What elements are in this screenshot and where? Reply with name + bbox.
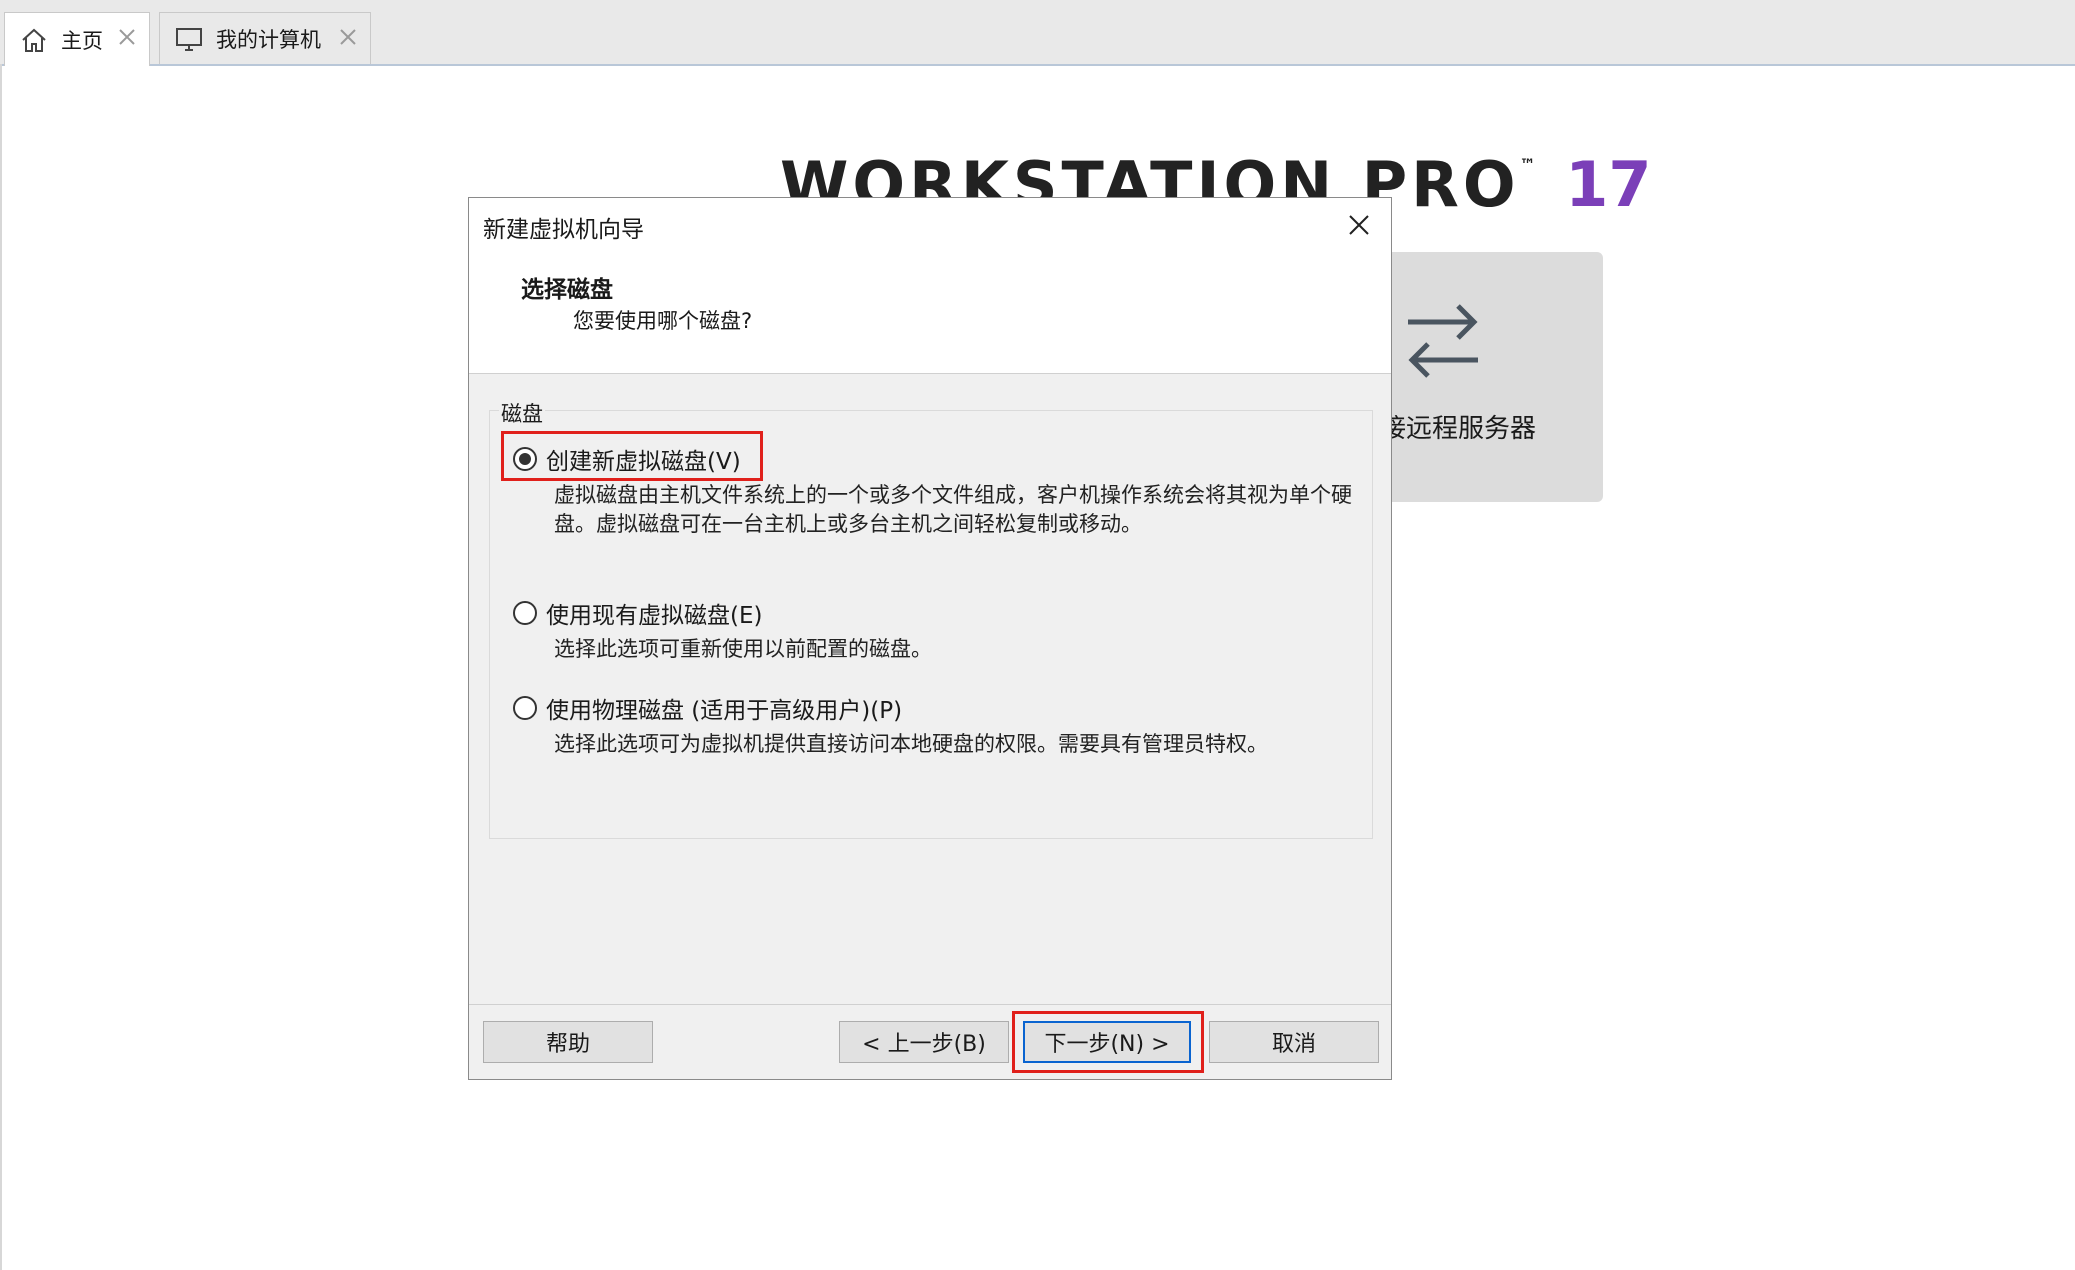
home-icon bbox=[22, 28, 46, 52]
help-button[interactable]: 帮助 bbox=[483, 1021, 653, 1063]
tab-my-computer-label: 我的计算机 bbox=[216, 27, 321, 52]
computer-icon bbox=[176, 27, 202, 51]
option-label: 使用现有虚拟磁盘(E) bbox=[546, 603, 763, 629]
close-icon[interactable] bbox=[115, 25, 139, 49]
swap-arrows-icon bbox=[1408, 304, 1478, 378]
tab-home[interactable]: 主页 bbox=[4, 12, 150, 66]
radio-use-physical-disk[interactable]: 使用物理磁盘 (适用于高级用户)(P) bbox=[513, 691, 902, 725]
option-description: 选择此选项可为虚拟机提供直接访问本地硬盘的权限。需要具有管理员特权。 bbox=[554, 732, 1268, 756]
page-heading: 选择磁盘 bbox=[521, 277, 613, 303]
option-label: 使用物理磁盘 (适用于高级用户)(P) bbox=[546, 698, 903, 724]
highlight-box bbox=[501, 431, 763, 481]
remote-tile-label: 接远程服务器 bbox=[1380, 414, 1537, 444]
new-vm-wizard-dialog: 新建虚拟机向导 选择磁盘 您要使用哪个磁盘? 磁盘 创建新虚拟磁盘(V) 虚拟磁… bbox=[468, 197, 1392, 1080]
back-button[interactable]: < 上一步(B) bbox=[839, 1021, 1009, 1063]
window-border bbox=[0, 64, 2, 1270]
logo-trademark: ™ bbox=[1519, 155, 1540, 174]
disk-group-label: 磁盘 bbox=[499, 398, 545, 428]
radio-button[interactable] bbox=[513, 601, 537, 625]
dialog-header: 新建虚拟机向导 选择磁盘 您要使用哪个磁盘? bbox=[469, 198, 1391, 374]
radio-button[interactable] bbox=[513, 696, 537, 720]
cancel-button[interactable]: 取消 bbox=[1209, 1021, 1379, 1063]
close-icon[interactable] bbox=[336, 25, 360, 49]
radio-use-existing-disk[interactable]: 使用现有虚拟磁盘(E) bbox=[513, 596, 762, 630]
page-subheading: 您要使用哪个磁盘? bbox=[573, 309, 753, 333]
highlight-box bbox=[1012, 1011, 1204, 1073]
option-description: 虚拟磁盘由主机文件系统上的一个或多个文件组成，客户机操作系统会将其视为单个硬盘。… bbox=[554, 483, 1352, 536]
dialog-title: 新建虚拟机向导 bbox=[483, 217, 644, 243]
close-icon[interactable] bbox=[1346, 212, 1372, 238]
tab-bar: 主页 我的计算机 bbox=[0, 0, 2075, 66]
logo-version: 17 bbox=[1565, 148, 1652, 221]
option-description: 选择此选项可重新使用以前配置的磁盘。 bbox=[554, 637, 932, 661]
tab-my-computer[interactable]: 我的计算机 bbox=[159, 12, 371, 64]
footer-separator bbox=[469, 1004, 1391, 1005]
tab-home-label: 主页 bbox=[61, 28, 103, 53]
